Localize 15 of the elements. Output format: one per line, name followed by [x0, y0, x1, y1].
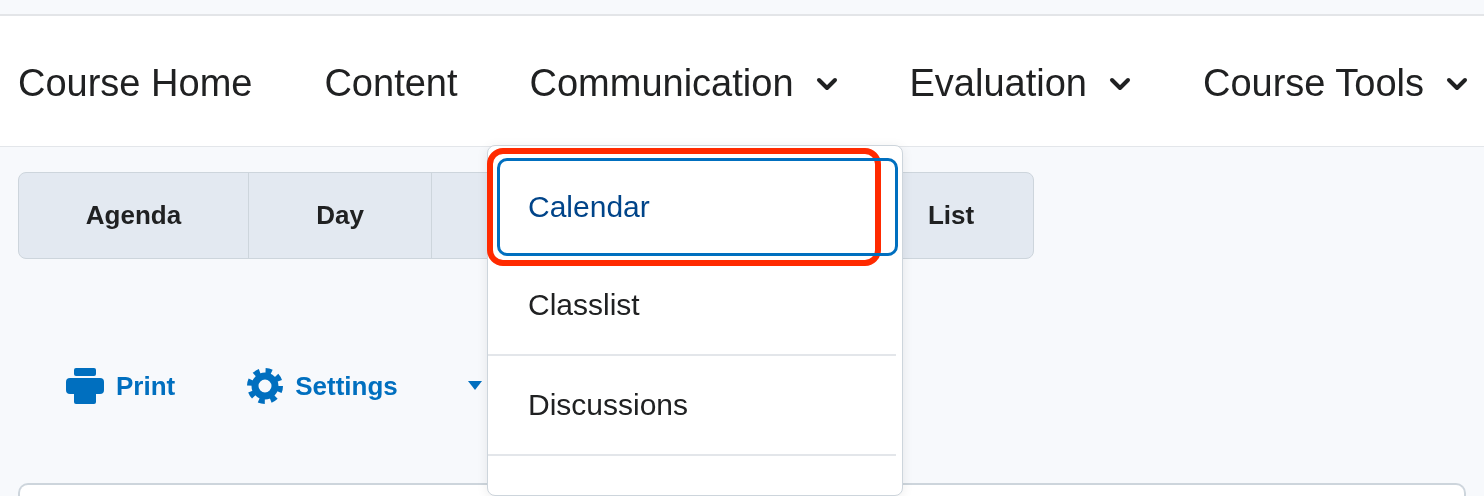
menu-item[interactable]: Calendar: [497, 158, 898, 256]
settings-icon: [247, 368, 284, 404]
nav-menu-link[interactable]: Evaluation: [909, 62, 1131, 105]
nav-menu-link[interactable]: Communication: [529, 62, 838, 105]
print-button[interactable]: Print: [66, 368, 176, 404]
menu-item[interactable]: Classlist: [488, 256, 896, 356]
printer-icon: [66, 368, 104, 404]
menu-item[interactable]: Discussions: [488, 356, 896, 456]
caret-icon: [467, 381, 482, 391]
nav-menu-link[interactable]: Course Tools: [1203, 62, 1469, 105]
settings-button[interactable]: Settings: [247, 368, 398, 404]
nav-link[interactable]: Content: [324, 62, 458, 105]
view-tab[interactable]: Agenda: [19, 173, 249, 258]
nav-link[interactable]: Course Home: [18, 62, 253, 105]
view-tab[interactable]: Day: [249, 173, 432, 258]
